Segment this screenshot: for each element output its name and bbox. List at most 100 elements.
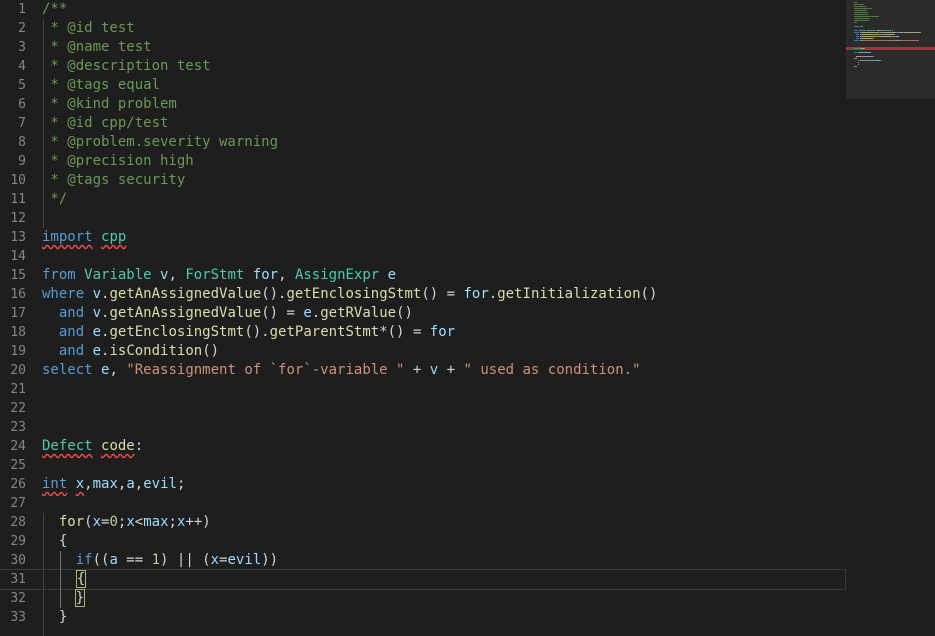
editor-lines[interactable]: 1/** 2 * @id test 3 * @name test 4 * @descr… — [0, 0, 846, 627]
code-token: () = — [261, 305, 304, 321]
line-number: 28 — [10, 515, 26, 530]
code-text: * @problem.severity warning — [42, 133, 278, 152]
code-token: ( — [84, 514, 93, 530]
code-token: v — [429, 362, 439, 378]
code-line[interactable]: 18 and e.getEnclosingStmt().getParentStm… — [0, 323, 845, 342]
code-token: ++) — [185, 514, 211, 530]
code-line[interactable]: 8 * @problem.severity warning — [0, 133, 845, 152]
code-token: 0 — [109, 514, 118, 530]
line-number: 20 — [10, 363, 26, 378]
code-token: x — [126, 514, 135, 530]
code-token: max — [92, 476, 118, 492]
code-line[interactable]: 24 Defect code: — [0, 437, 845, 456]
code-line[interactable]: 32 } — [0, 589, 845, 608]
code-line[interactable]: 4 * @description test — [0, 57, 845, 76]
line-number: 8 — [18, 135, 26, 150]
code-token: v — [92, 305, 102, 321]
code-editor[interactable]: 1/** 2 * @id test 3 * @name test 4 * @descr… — [0, 0, 935, 636]
code-token: a — [109, 552, 118, 568]
minimap-stroke — [904, 32, 919, 33]
code-token: . — [311, 305, 321, 321]
minimap-stroke — [854, 58, 857, 59]
line-number: 2 — [18, 21, 26, 36]
line-number: 33 — [10, 610, 26, 625]
code-text: int x,max,a,evil; — [42, 475, 185, 494]
code-token: { — [42, 533, 68, 549]
code-text: /** — [42, 0, 67, 19]
code-token: () — [202, 343, 220, 359]
code-line[interactable]: 31 { — [0, 569, 846, 590]
code-line[interactable]: 30 if((a == 1) || (x=evil)) — [0, 551, 845, 570]
minimap-stroke — [856, 38, 859, 39]
code-line[interactable]: 11 */ — [0, 190, 845, 209]
minimap-stroke — [862, 38, 872, 39]
code-line[interactable]: 14 — [0, 247, 845, 266]
code-token: and — [58, 324, 85, 340]
code-line[interactable]: 10 * @tags security — [0, 171, 845, 190]
code-line[interactable]: 29 { — [0, 532, 845, 551]
line-number: 3 — [18, 40, 26, 55]
code-token: Variable — [84, 267, 152, 283]
code-line[interactable]: 6 * @kind problem — [0, 95, 845, 114]
code-line[interactable]: 2 * @id test — [0, 19, 845, 38]
line-number: 14 — [10, 249, 26, 264]
code-token: getAnAssignedValue — [109, 286, 262, 302]
code-token: * @problem.severity warning — [42, 134, 279, 150]
code-text: * @name test — [42, 38, 151, 57]
code-line[interactable]: 5 * @tags equal — [0, 76, 845, 95]
minimap-stroke — [860, 26, 863, 27]
code-token: , — [84, 476, 93, 492]
code-line[interactable]: 19 and e.isCondition() — [0, 342, 845, 361]
code-token: for — [252, 267, 279, 283]
code-line[interactable]: 33 } — [0, 608, 845, 627]
code-line[interactable]: 9 * @precision high — [0, 152, 845, 171]
code-text: Defect code: — [42, 437, 143, 456]
code-token: getAnAssignedValue — [109, 305, 262, 321]
code-line[interactable]: 17 and v.getAnAssignedValue() = e.getRVa… — [0, 304, 845, 323]
code-line[interactable]: 12 — [0, 209, 845, 228]
code-line[interactable]: 13 import cpp — [0, 228, 845, 247]
code-line[interactable]: 15 from Variable v, ForStmt for, AssignEx… — [0, 266, 845, 285]
code-line[interactable]: 23 — [0, 418, 845, 437]
code-line[interactable]: 21 — [0, 380, 845, 399]
minimap-stroke — [854, 66, 857, 67]
code-token: x — [210, 552, 220, 568]
code-line[interactable]: 25 — [0, 456, 845, 475]
code-line[interactable]: 26 int x,max,a,evil; — [0, 475, 845, 494]
code-token: : — [134, 438, 144, 454]
line-number: 30 — [10, 553, 26, 568]
line-number: 9 — [18, 154, 26, 169]
code-line[interactable]: 1 /** — [0, 0, 845, 19]
code-token: (( — [92, 552, 110, 568]
code-token: == — [117, 552, 152, 568]
line-number: 1 — [18, 2, 26, 17]
code-line[interactable]: 20 select e, "Reassignment of `for`-varia… — [0, 361, 845, 380]
code-line[interactable]: 3 * @name test — [0, 38, 845, 57]
code-text: select e, "Reassignment of `for`-variabl… — [42, 361, 641, 380]
minimap[interactable] — [846, 0, 935, 99]
line-number: 10 — [10, 173, 26, 188]
code-line[interactable]: 7 * @id cpp/test — [0, 114, 845, 133]
code-token: Defect — [42, 438, 93, 454]
code-token: if — [75, 552, 93, 568]
minimap-stroke — [854, 52, 857, 53]
code-token: AssignExpr — [294, 267, 380, 283]
minimap-stroke — [854, 30, 858, 31]
code-token: *() = — [379, 324, 430, 340]
code-line[interactable]: 16 where v. getAnAssignedValue().getEnclos… — [0, 285, 845, 304]
minimap-stroke — [862, 32, 878, 33]
code-token: "Reassignment of `for`-variable " — [126, 362, 405, 378]
minimap-stroke — [900, 40, 919, 41]
code-token: , — [134, 476, 144, 492]
code-text: * @id cpp/test — [42, 114, 168, 133]
code-line[interactable]: 27 — [0, 494, 845, 513]
code-line[interactable]: 28 for(x=0;x<max;x++) — [0, 513, 845, 532]
code-line[interactable]: 22 — [0, 399, 845, 418]
code-token: * @kind problem — [42, 96, 177, 112]
minimap-stroke — [858, 62, 859, 63]
